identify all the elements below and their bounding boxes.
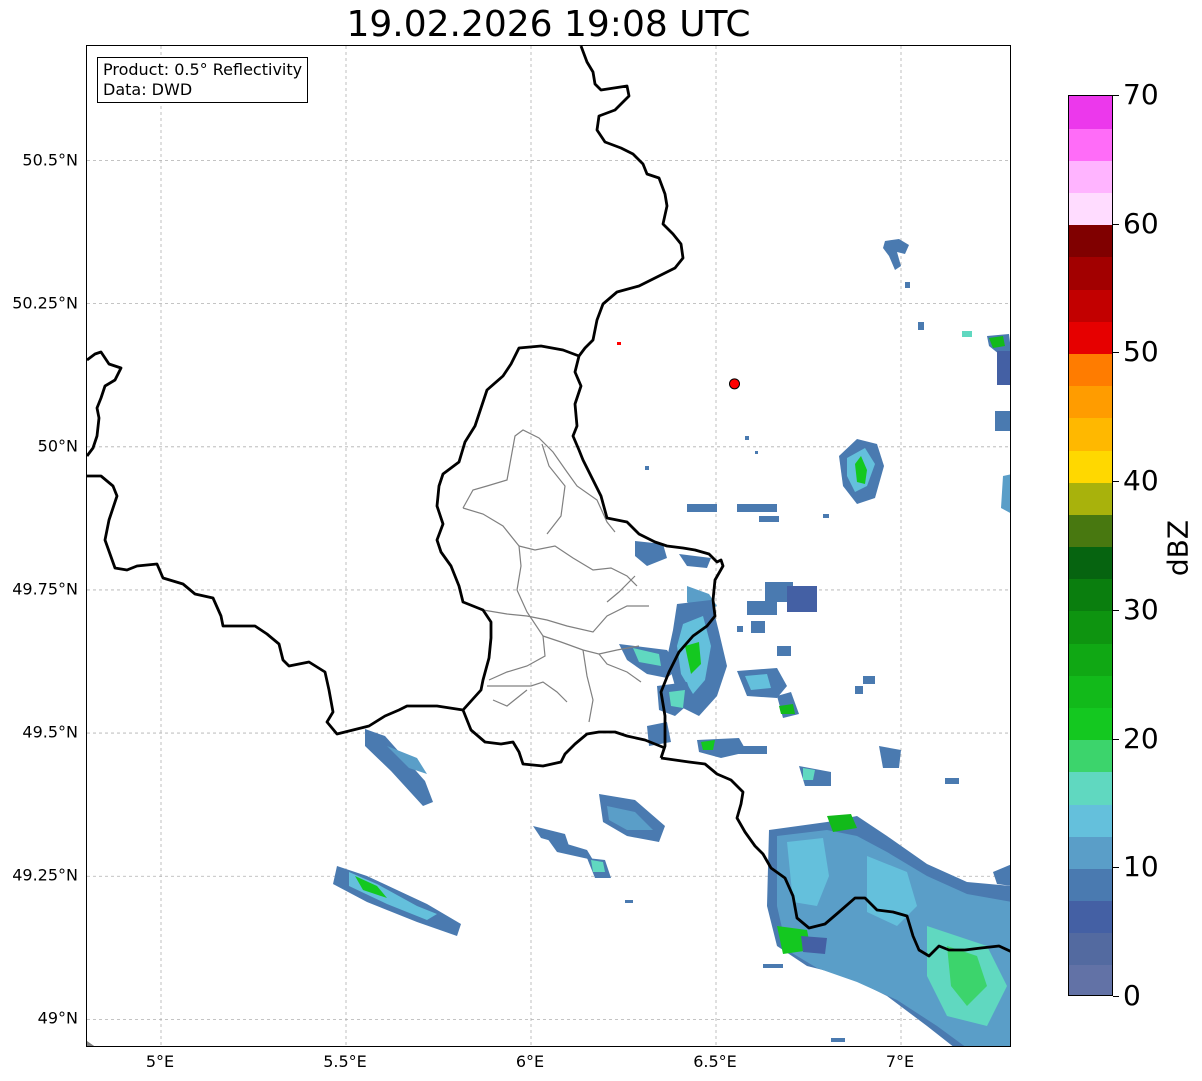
colorbar-tick <box>1113 352 1119 354</box>
colorbar-tick <box>1113 223 1119 225</box>
admin-boundaries <box>462 429 649 723</box>
colorbar-segment <box>1069 964 1112 995</box>
colorbar-tick-label: 20 <box>1123 721 1159 755</box>
colorbar-segment <box>1069 289 1112 322</box>
lat-tick-label: 50.5°N <box>22 150 78 169</box>
product-label: Product: 0.5° Reflectivity <box>103 60 303 79</box>
radar-site-marker[interactable] <box>729 378 740 390</box>
colorbar-segment <box>1069 385 1112 419</box>
radar-map[interactable] <box>86 45 1011 1047</box>
colorbar-segment <box>1069 803 1112 837</box>
country-borders <box>87 46 1010 958</box>
lat-tick-label: 49.75°N <box>12 579 78 599</box>
product-info-box: Product: 0.5° Reflectivity Data: DWD <box>97 57 309 103</box>
colorbar-segment <box>1069 868 1112 902</box>
colorbar-segment <box>1069 256 1112 290</box>
lon-tick-label: 6.5°E <box>693 1052 737 1071</box>
colorbar-segment <box>1069 643 1112 676</box>
colorbar-tick-label: 40 <box>1123 464 1159 498</box>
colorbar-segment <box>1069 96 1112 129</box>
colorbar-segment <box>1069 417 1112 451</box>
colorbar-tick <box>1113 609 1119 611</box>
colorbar-segment <box>1069 449 1112 483</box>
colorbar-tick-label: 70 <box>1123 78 1159 111</box>
lat-tick-label: 49.5°N <box>22 722 78 742</box>
colorbar-segment <box>1069 610 1112 644</box>
lat-tick-label: 49.25°N <box>12 865 78 885</box>
colorbar-tick <box>1113 867 1119 869</box>
map-canvas <box>87 46 1010 1046</box>
colorbar-segment <box>1069 321 1112 355</box>
colorbar-tick-label: 0 <box>1123 979 1141 1012</box>
colorbar-unit-label: dBZ <box>1161 519 1195 577</box>
echo-cluster-central <box>619 541 959 786</box>
data-source-label: Data: DWD <box>103 80 193 99</box>
map-title: 19.02.2026 19:08 UTC <box>346 4 751 45</box>
colorbar-tick-label: 10 <box>1123 850 1159 884</box>
lon-tick-label: 7°E <box>885 1052 915 1071</box>
colorbar-segment <box>1069 160 1112 194</box>
colorbar-tick-label: 50 <box>1123 335 1159 369</box>
lat-tick-label: 50.25°N <box>12 293 78 313</box>
colorbar-segment <box>1069 900 1112 934</box>
colorbar-tick-label: 30 <box>1123 592 1159 626</box>
echo-cluster-sw <box>333 729 665 936</box>
lat-tick-label: 50°N <box>37 436 78 456</box>
colorbar-segment <box>1069 675 1112 708</box>
colorbar-tick-label: 60 <box>1123 206 1159 240</box>
colorbar-segment <box>1069 224 1112 258</box>
colorbar-segment <box>1069 546 1112 580</box>
colorbar-segment <box>1069 128 1112 161</box>
reflectivity-echoes <box>87 239 1010 1046</box>
lon-tick-label: 6°E <box>515 1052 545 1071</box>
colorbar-segment <box>1069 707 1112 741</box>
colorbar-segment <box>1069 836 1112 869</box>
lat-tick-label: 49°N <box>37 1008 78 1028</box>
dbz-colorbar <box>1068 95 1113 996</box>
colorbar-segment <box>1069 482 1112 515</box>
colorbar-segment <box>1069 932 1112 966</box>
colorbar-segment <box>1069 353 1112 387</box>
corner-artifact <box>87 1041 95 1046</box>
colorbar-tick <box>1113 481 1119 483</box>
colorbar-tick <box>1113 996 1119 997</box>
echo-speck-red <box>617 342 621 345</box>
colorbar-segment <box>1069 578 1112 612</box>
lon-tick-label: 5.5°E <box>323 1052 367 1071</box>
colorbar-segment <box>1069 739 1112 773</box>
colorbar-segment <box>1069 514 1112 548</box>
colorbar-segment <box>1069 192 1112 226</box>
lon-tick-label: 5°E <box>145 1052 175 1071</box>
echo-cluster-se <box>763 814 1010 1046</box>
colorbar-tick <box>1113 95 1119 96</box>
colorbar-segment <box>1069 771 1112 805</box>
colorbar-tick <box>1113 738 1119 740</box>
